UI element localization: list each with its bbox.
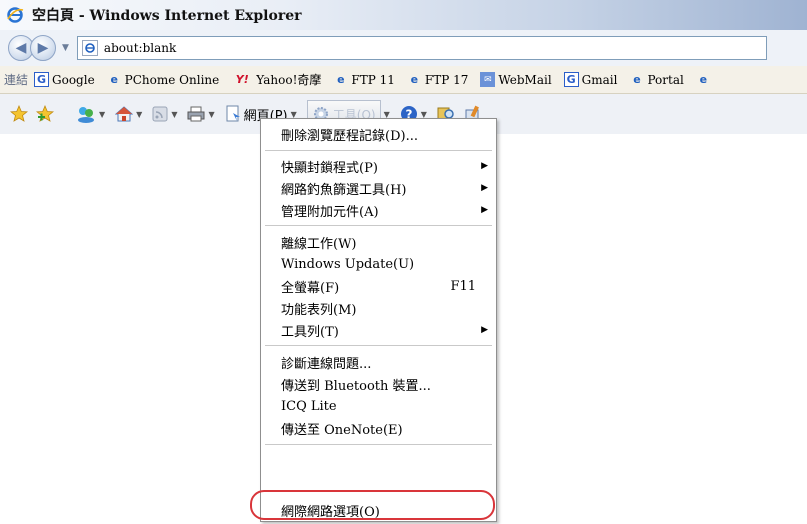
home-icon[interactable]	[115, 105, 134, 123]
ie-icon: e	[699, 73, 708, 86]
menu-item-label: 診斷連線問題...	[281, 356, 372, 372]
menu-item-label: 傳送到 Bluetooth 裝置...	[281, 378, 431, 394]
address-text[interactable]: about:blank	[104, 41, 176, 55]
link-label: PChome Online	[124, 72, 220, 87]
menu-item-send-onenote[interactable]: 傳送至 OneNote(E)	[261, 417, 496, 439]
link-label: Google	[52, 72, 95, 87]
submenu-arrow-icon: ▶	[481, 325, 488, 335]
title-bar: 空白頁 - Windows Internet Explorer	[0, 0, 807, 30]
submenu-arrow-icon: ▶	[481, 183, 488, 193]
arrow-left-icon: ◀	[15, 40, 27, 56]
g-icon: G	[34, 72, 50, 87]
yahoo-icon: Y!	[235, 73, 249, 86]
ie-icon: e	[410, 73, 419, 86]
recent-pages-dropdown[interactable]: ▼	[62, 43, 69, 53]
link-label: FTP 17	[424, 72, 469, 87]
link-portal[interactable]: e Portal	[629, 72, 684, 87]
chevron-down-icon[interactable]: ▼	[99, 110, 105, 119]
ie-logo-icon	[7, 7, 24, 23]
arrow-right-icon: ▶	[37, 40, 49, 56]
address-row: ◀ ▶ ▼ about:blank	[0, 30, 807, 66]
chevron-down-icon[interactable]: ▼	[171, 110, 177, 119]
menu-item-windows-update[interactable]: Windows Update(U)	[261, 253, 496, 275]
link-overflow[interactable]: e	[696, 72, 714, 87]
ie-page-icon	[81, 40, 98, 56]
menu-separator	[265, 345, 492, 346]
chevron-down-icon[interactable]: ▼	[208, 110, 214, 119]
menu-item-popup-blocker[interactable]: 快顯封鎖程式(P) ▶	[261, 155, 496, 177]
menu-item-label: 管理附加元件(A)	[281, 204, 379, 220]
menu-separator	[265, 150, 492, 151]
menu-separator	[265, 225, 492, 226]
menu-item-diagnose-connection[interactable]: 診斷連線問題...	[261, 351, 496, 373]
submenu-arrow-icon: ▶	[481, 205, 488, 215]
menu-item-menu-bar[interactable]: 功能表列(M)	[261, 297, 496, 319]
menu-item-label: 網路釣魚篩選工具(H)	[281, 182, 407, 198]
links-bar: 連結 G Google e PChome Online Y! Yahoo!奇摩 …	[0, 66, 807, 94]
link-pchome[interactable]: e PChome Online	[107, 72, 220, 87]
menu-item-icq-lite[interactable]: ICQ Lite	[261, 395, 496, 417]
menu-item-manage-addons[interactable]: 管理附加元件(A) ▶	[261, 199, 496, 221]
window-title: 空白頁 - Windows Internet Explorer	[32, 8, 302, 24]
messenger-icon[interactable]	[76, 105, 96, 123]
submenu-arrow-icon: ▶	[481, 161, 488, 171]
forward-button[interactable]: ▶	[30, 35, 56, 61]
highlight-ring	[250, 490, 495, 520]
menu-item-toolbars[interactable]: 工具列(T) ▶	[261, 319, 496, 341]
link-label: Yahoo!奇摩	[256, 73, 322, 87]
link-yahoo[interactable]: Y! Yahoo!奇摩	[231, 71, 322, 88]
menu-item-label: 離線工作(W)	[281, 236, 357, 252]
ie-icon: e	[110, 73, 118, 86]
link-google[interactable]: G Google	[34, 72, 95, 87]
link-label: FTP 11	[351, 72, 395, 87]
link-ftp11[interactable]: e FTP 11	[333, 72, 395, 87]
menu-item-label: 工具列(T)	[281, 324, 339, 340]
link-label: WebMail	[498, 72, 552, 87]
links-label: 連結	[4, 73, 29, 87]
favorites-star-icon[interactable]	[10, 105, 28, 123]
mail-icon: ✉	[480, 72, 496, 87]
menu-item-work-offline[interactable]: 離線工作(W)	[261, 231, 496, 253]
link-webmail[interactable]: ✉ WebMail	[480, 72, 552, 87]
menu-separator	[265, 444, 492, 445]
g-icon: G	[563, 72, 579, 87]
link-label: Portal	[647, 72, 684, 87]
chevron-down-icon[interactable]: ▼	[136, 110, 142, 119]
page-icon	[226, 105, 240, 122]
tools-menu: 刪除瀏覽歷程記錄(D)... 快顯封鎖程式(P) ▶ 網路釣魚篩選工具(H) ▶…	[260, 118, 497, 522]
menu-item-label: 刪除瀏覽歷程記錄(D)...	[281, 128, 418, 144]
link-ftp17[interactable]: e FTP 17	[407, 72, 469, 87]
link-gmail[interactable]: G Gmail	[563, 72, 618, 87]
menu-item-phishing-filter[interactable]: 網路釣魚篩選工具(H) ▶	[261, 177, 496, 199]
link-label: Gmail	[581, 72, 618, 87]
address-bar[interactable]: about:blank	[76, 36, 767, 60]
menu-item-label: ICQ Lite	[281, 398, 337, 414]
feeds-icon[interactable]	[152, 106, 168, 122]
menu-item-label: Windows Update(U)	[281, 256, 415, 272]
menu-item-label: 快顯封鎖程式(P)	[281, 160, 378, 176]
menu-item-full-screen[interactable]: 全螢幕(F) F11	[261, 275, 496, 297]
add-favorites-icon[interactable]	[36, 105, 54, 123]
menu-item-send-bluetooth[interactable]: 傳送到 Bluetooth 裝置...	[261, 373, 496, 395]
menu-item-label: 全螢幕(F)	[281, 280, 340, 296]
menu-item-delete-history[interactable]: 刪除瀏覽歷程記錄(D)...	[261, 123, 496, 145]
ie-icon: e	[337, 73, 345, 86]
menu-item-label: 功能表列(M)	[281, 302, 357, 318]
menu-item-label: 傳送至 OneNote(E)	[281, 422, 403, 438]
ie-icon: e	[633, 73, 641, 86]
menu-item-shortcut: F11	[450, 278, 476, 294]
print-icon[interactable]	[187, 105, 205, 123]
